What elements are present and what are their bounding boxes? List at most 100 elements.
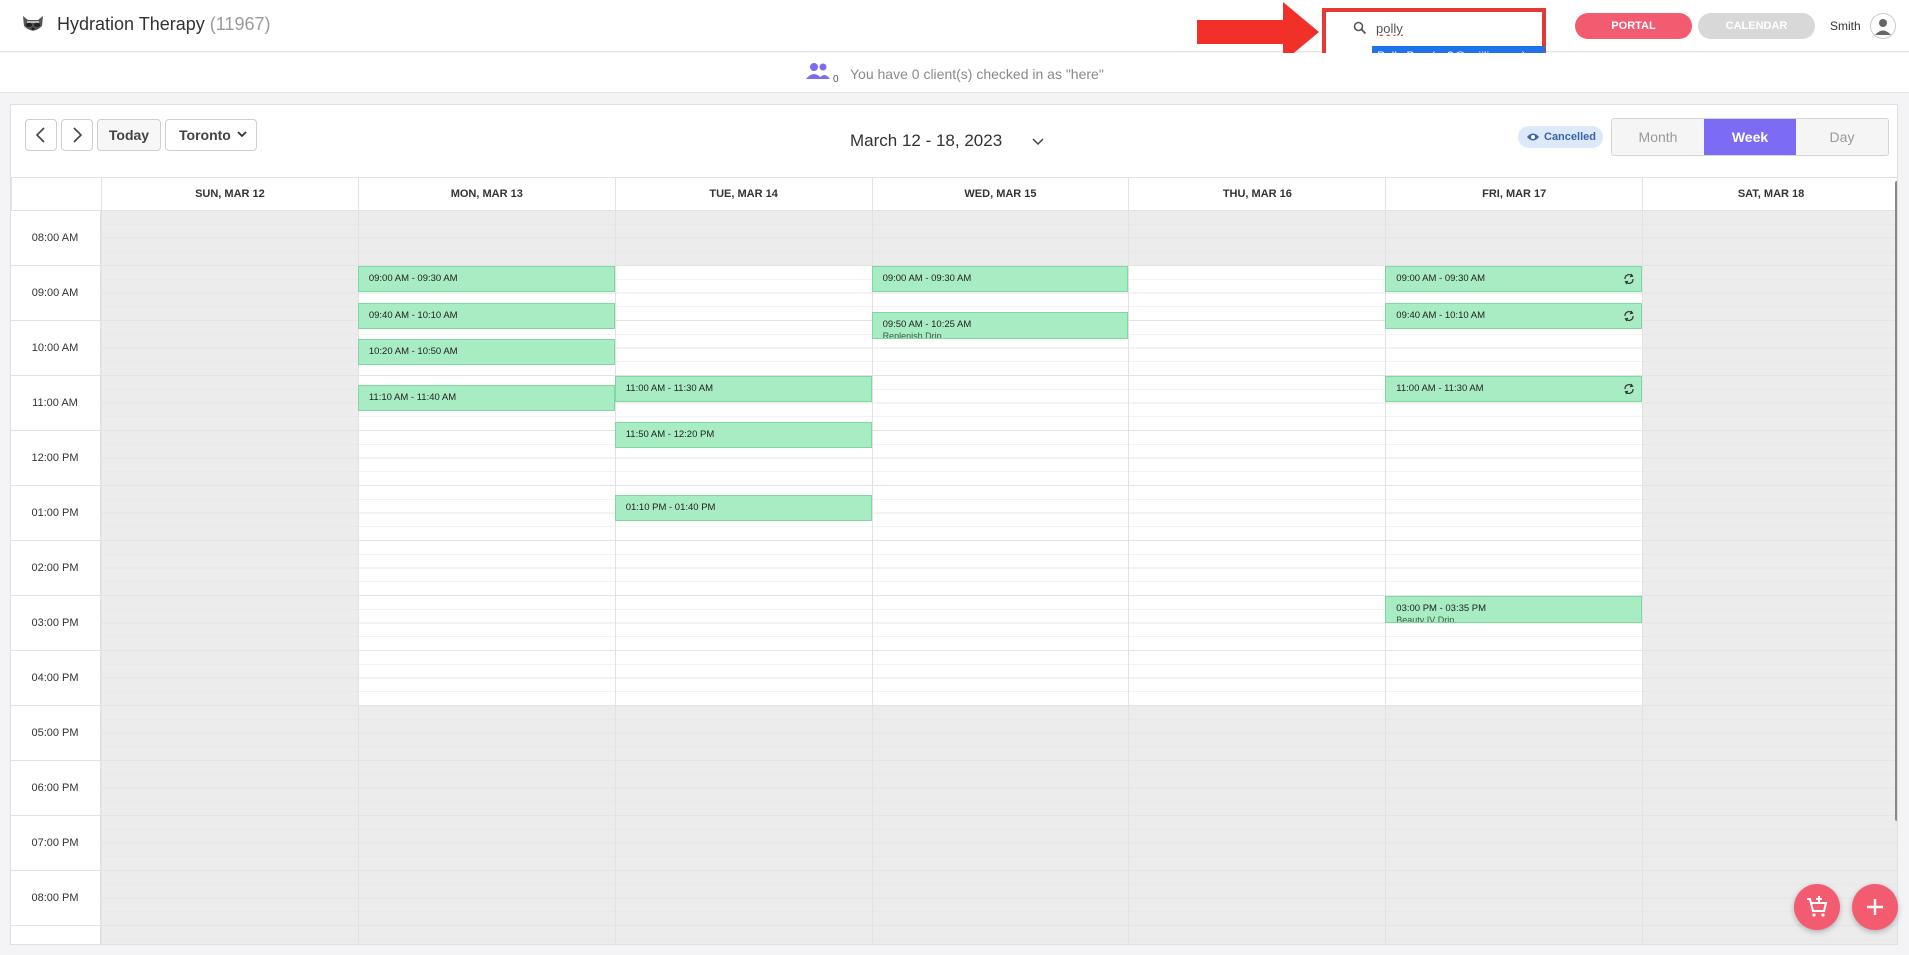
time-row: 10:00 AM [11, 321, 101, 376]
date-range-dropdown-icon[interactable] [1031, 135, 1045, 149]
appointment-event[interactable]: 11:50 AM - 12:20 PM [614, 421, 872, 448]
app-title: Hydration Therapy (11967) [57, 14, 270, 35]
day-header: TUE, MAR 14 [614, 177, 872, 211]
appointment-event[interactable]: 11:10 AM - 11:40 AM [357, 385, 615, 412]
view-tab-month[interactable]: Month [1612, 119, 1704, 155]
time-label: 04:00 PM [31, 671, 79, 684]
time-label: 09:00 AM [31, 286, 79, 299]
appointment-event[interactable]: 09:40 AM - 10:10 AM [1385, 302, 1643, 329]
time-row: 08:00 PM [11, 871, 101, 926]
day-column[interactable] [1642, 211, 1897, 944]
event-service: Replenish Drip [882, 330, 942, 340]
add-appointment-button[interactable] [1852, 884, 1898, 930]
time-label: 01:00 PM [31, 506, 79, 519]
time-column: 08:00 AM 09:00 AM 10:00 AM 11:00 AM 12:00 PM… [11, 211, 101, 944]
slot-lines [1129, 211, 1386, 944]
chevron-down-icon [237, 131, 247, 138]
event-time: 03:00 PM - 03:35 PM [1396, 603, 1487, 614]
chevron-left-icon [35, 127, 45, 143]
time-label: 07:00 PM [31, 836, 79, 849]
time-header-corner [11, 177, 101, 211]
view-tab-week[interactable]: Week [1704, 119, 1796, 155]
next-week-button[interactable] [61, 119, 93, 151]
repeat-icon [1624, 310, 1634, 321]
time-row: 12:00 PM [11, 431, 101, 486]
checkin-count: 0 [833, 74, 839, 85]
day-header: WED, MAR 15 [871, 177, 1129, 211]
clients-icon [806, 63, 830, 79]
time-label: 08:00 AM [31, 231, 79, 244]
slot-lines [615, 211, 872, 944]
day-header: MON, MAR 13 [357, 177, 615, 211]
slot-lines [102, 211, 358, 944]
appointment-event[interactable]: 11:00 AM - 11:30 AM [1385, 376, 1643, 402]
timezone-select[interactable]: Toronto [165, 119, 257, 151]
time-label: 10:00 AM [31, 341, 79, 354]
day-column[interactable] [614, 211, 872, 944]
appointment-event[interactable]: 09:00 AM - 09:30 AM [1385, 266, 1643, 292]
day-header: FRI, MAR 17 [1385, 177, 1643, 211]
time-row: 06:00 PM [11, 761, 101, 816]
appointment-event[interactable]: 10:20 AM - 10:50 AM [357, 339, 615, 366]
event-time: 01:10 PM - 01:40 PM [625, 502, 716, 514]
day-header: SUN, MAR 12 [101, 177, 358, 211]
appointment-event[interactable]: 09:40 AM - 10:10 AM [357, 302, 615, 329]
scrollbar[interactable] [1895, 181, 1897, 821]
event-time: 09:00 AM - 09:30 AM [882, 273, 972, 284]
today-button[interactable]: Today [97, 119, 161, 151]
day-column[interactable] [101, 211, 358, 944]
app-name: Hydration Therapy [57, 14, 205, 34]
prev-week-button[interactable] [25, 119, 57, 151]
time-label: 03:00 PM [31, 616, 79, 629]
user-name[interactable]: Smith [1830, 19, 1861, 33]
appointment-event[interactable]: 01:10 PM - 01:40 PM [614, 495, 872, 522]
event-time: 11:00 AM - 11:30 AM [1396, 383, 1484, 394]
event-service: Beauty IV Drip [1396, 615, 1455, 624]
time-row: 07:00 PM [11, 816, 101, 871]
day-header: SAT, MAR 18 [1642, 177, 1897, 211]
event-time: 09:00 AM - 09:30 AM [1396, 273, 1486, 284]
user-avatar-icon[interactable] [1870, 13, 1896, 39]
day-column[interactable] [1128, 211, 1386, 944]
app-id: (11967) [209, 14, 271, 34]
portal-button[interactable]: PORTAL [1575, 13, 1692, 39]
time-row: 08:00 AM [11, 211, 101, 266]
day-header: THU, MAR 16 [1128, 177, 1386, 211]
time-row: 02:00 PM [11, 541, 101, 596]
add-to-cart-button[interactable] [1794, 884, 1840, 930]
cancelled-label: Cancelled [1544, 131, 1596, 143]
client-search-input[interactable] [1376, 17, 1536, 39]
top-bar: Hydration Therapy (11967) Polly Pan (cc3… [0, 0, 1909, 66]
calendar-button[interactable]: CALENDAR [1698, 13, 1815, 39]
appointment-event[interactable]: 09:50 AM - 10:25 AM Replenish Drip [871, 311, 1129, 340]
plus-icon [1867, 899, 1883, 915]
time-label: 06:00 PM [31, 781, 79, 794]
time-row: 09:00 AM [11, 266, 101, 321]
appointment-event[interactable]: 03:00 PM - 03:35 PM Beauty IV Drip [1385, 596, 1643, 624]
appointment-event[interactable]: 09:00 AM - 09:30 AM [871, 266, 1129, 292]
event-time: 09:50 AM - 10:25 AM [882, 318, 972, 330]
calendar-panel: Today Toronto March 12 - 18, 2023 Cancel… [10, 104, 1898, 945]
time-label: 11:00 AM [32, 396, 78, 409]
date-range-title: March 12 - 18, 2023 [850, 131, 1003, 150]
view-tab-day[interactable]: Day [1796, 119, 1888, 155]
event-time: 09:40 AM - 10:10 AM [368, 309, 458, 321]
time-row: 04:00 PM [11, 651, 101, 706]
checkin-text: You have 0 client(s) checked in as "here… [850, 66, 1104, 82]
event-time: 11:00 AM - 11:30 AM [625, 383, 714, 394]
cart-plus-icon [1807, 896, 1828, 917]
repeat-icon [1624, 383, 1634, 395]
chevron-right-icon [73, 127, 83, 143]
checkin-banner: 0 You have 0 client(s) checked in as "he… [0, 53, 1909, 93]
raccoon-logo-icon [23, 16, 43, 31]
event-time: 10:20 AM - 10:50 AM [368, 346, 458, 358]
search-icon [1353, 21, 1367, 35]
event-time: 09:00 AM - 09:30 AM [368, 273, 458, 284]
view-switcher: Month Week Day [1611, 118, 1889, 156]
event-time: 11:10 AM - 11:40 AM [368, 392, 457, 404]
appointment-event[interactable]: 11:00 AM - 11:30 AM [614, 376, 872, 402]
time-label: 12:00 PM [31, 451, 79, 464]
time-label: 08:00 PM [31, 891, 79, 904]
appointment-event[interactable]: 09:00 AM - 09:30 AM [357, 266, 615, 292]
cancelled-toggle[interactable]: Cancelled [1518, 126, 1603, 148]
